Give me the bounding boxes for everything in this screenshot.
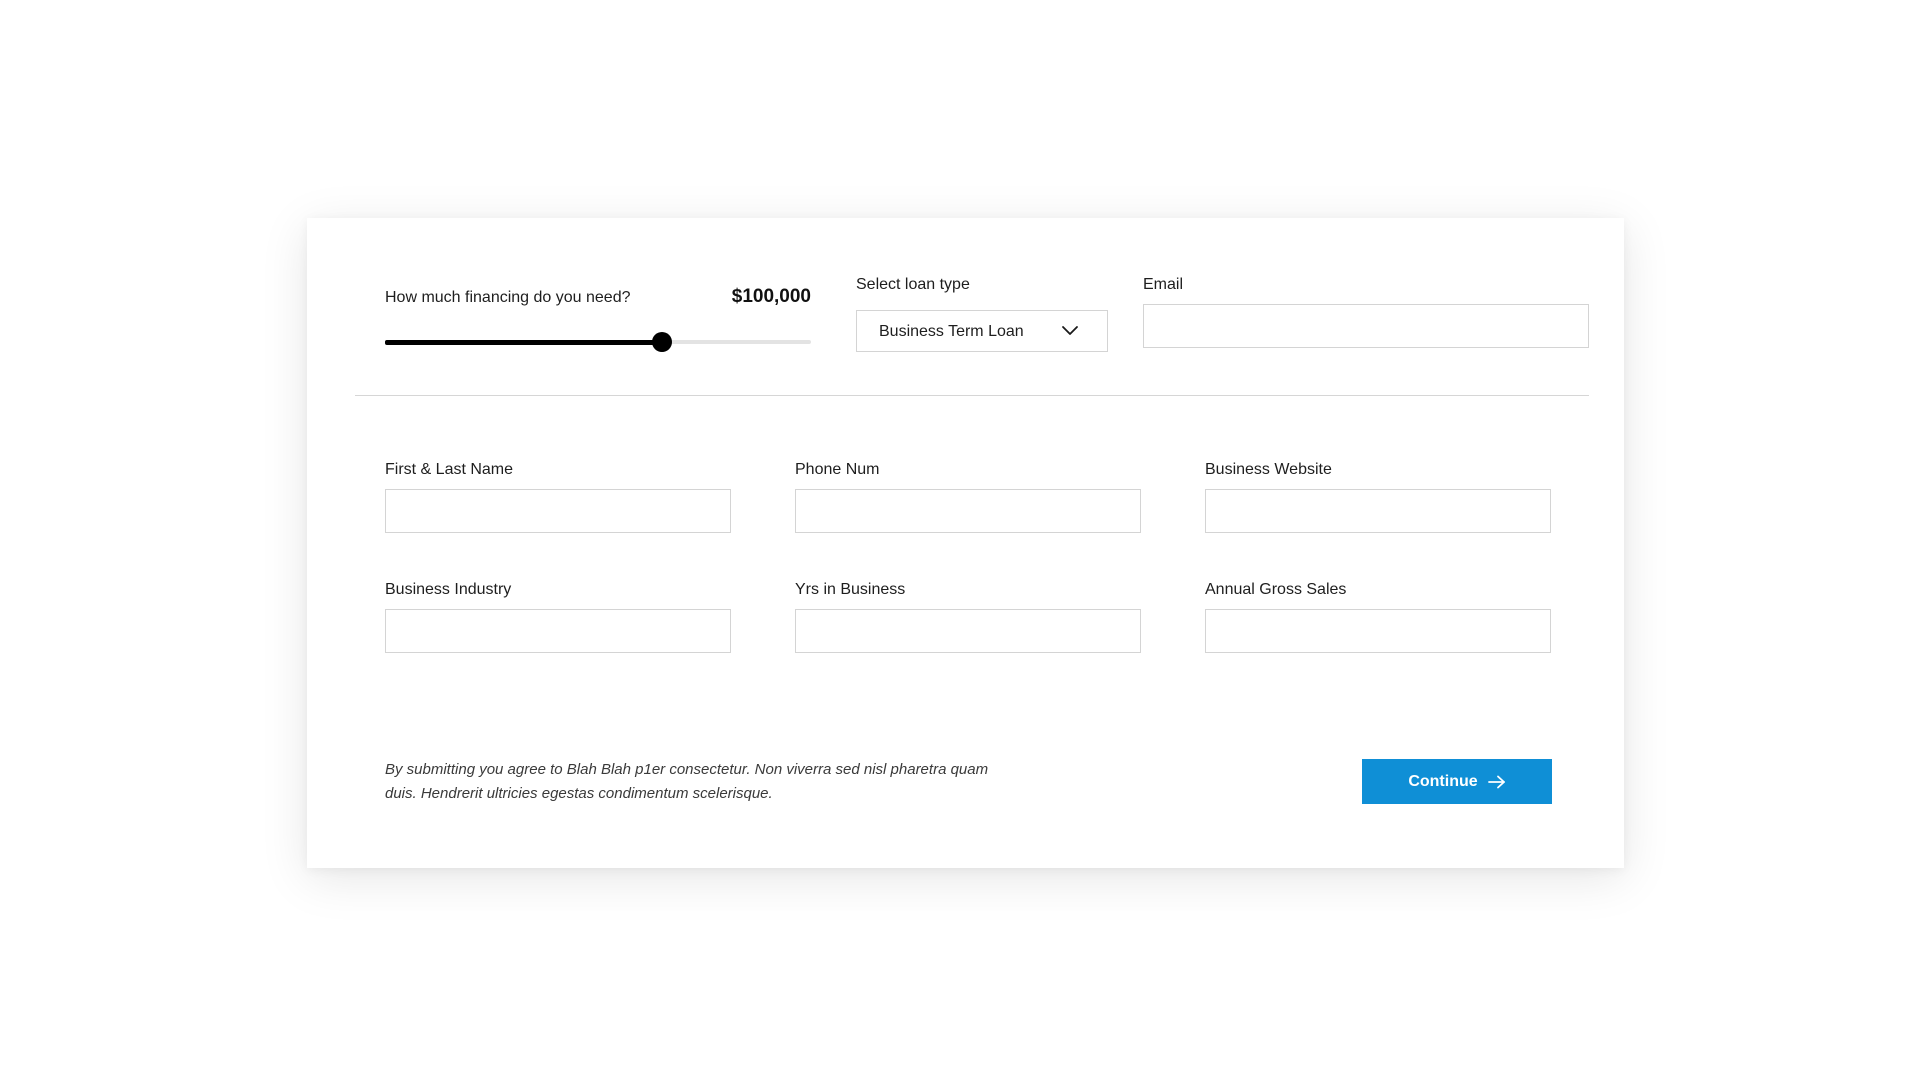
website-label: Business Website <box>1205 461 1332 478</box>
years-label: Yrs in Business <box>795 581 906 598</box>
loan-application-form: How much financing do you need? $100,000… <box>307 218 1624 868</box>
financing-amount: $100,000 <box>731 286 811 307</box>
loan-type-selected-value: Business Term Loan <box>879 323 1024 340</box>
years-field[interactable] <box>795 609 1141 653</box>
continue-button[interactable]: Continue <box>1362 759 1552 804</box>
slider-fill <box>385 340 662 345</box>
loan-type-label: Select loan type <box>856 276 970 293</box>
email-label: Email <box>1143 276 1184 293</box>
website-field[interactable] <box>1205 489 1551 533</box>
industry-label: Business Industry <box>385 581 512 598</box>
sales-label: Annual Gross Sales <box>1205 581 1347 598</box>
phone-field[interactable] <box>795 489 1141 533</box>
slider-thumb[interactable] <box>651 332 672 352</box>
sales-field[interactable] <box>1205 609 1551 653</box>
name-field[interactable] <box>385 489 731 533</box>
phone-label: Phone Num <box>795 461 880 478</box>
chevron-down-icon <box>1062 326 1078 335</box>
loan-type-select[interactable]: Business Term Loan <box>856 310 1108 352</box>
continue-button-label: Continue <box>1408 772 1478 790</box>
financing-slider[interactable] <box>385 332 811 352</box>
arrow-right-icon <box>1487 775 1505 788</box>
financing-label: How much financing do you need? <box>385 289 631 306</box>
industry-field[interactable] <box>385 609 731 653</box>
name-label: First & Last Name <box>385 461 514 478</box>
section-divider <box>355 395 1589 396</box>
disclaimer-text: By submitting you agree to Blah Blah p1e… <box>385 761 989 802</box>
email-field[interactable] <box>1143 304 1589 348</box>
